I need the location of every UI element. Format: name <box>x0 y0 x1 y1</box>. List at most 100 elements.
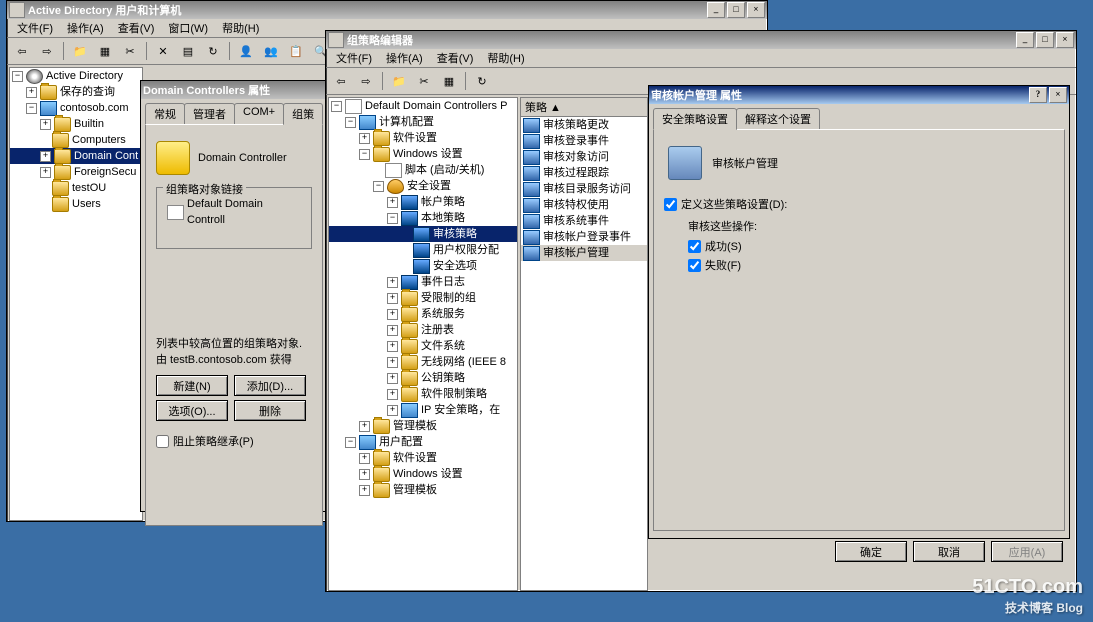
expand-icon[interactable]: − <box>373 181 384 192</box>
expand-icon[interactable]: + <box>387 309 398 320</box>
expand-icon[interactable]: + <box>359 421 370 432</box>
apply-button[interactable]: 应用(A) <box>991 541 1063 562</box>
tab[interactable]: 安全策略设置 <box>653 108 737 130</box>
tree-item[interactable]: +管理模板 <box>329 418 517 434</box>
tree-item[interactable]: −Default Domain Controllers P <box>329 98 517 114</box>
tree-item[interactable]: +IP 安全策略，在 <box>329 402 517 418</box>
new-button[interactable]: 新建(N) <box>156 375 228 396</box>
close-button[interactable]: × <box>1049 87 1067 103</box>
define-settings-checkbox[interactable]: 定义这些策略设置(D): <box>664 196 1054 212</box>
forward-icon[interactable]: ⇨ <box>354 70 378 92</box>
titlebar-gpedit[interactable]: 组策略编辑器 _ □ × <box>326 31 1076 49</box>
close-button[interactable]: × <box>747 2 765 18</box>
expand-icon[interactable]: − <box>345 437 356 448</box>
expand-icon[interactable] <box>40 136 49 145</box>
expand-icon[interactable]: + <box>387 277 398 288</box>
policy-list-item[interactable]: 审核帐户管理 <box>521 245 647 261</box>
policy-list-item[interactable]: 审核过程跟踪 <box>521 165 647 181</box>
copy-icon[interactable]: ▦ <box>437 70 461 92</box>
menu-item[interactable]: 帮助(H) <box>216 19 265 37</box>
tree-item[interactable]: +无线网络 (IEEE 8 <box>329 354 517 370</box>
tool-icon-3[interactable]: 📋 <box>284 40 308 62</box>
tree-item[interactable]: +ForeignSecu <box>10 164 142 180</box>
tree-item[interactable]: 审核策略 <box>329 226 517 242</box>
policy-list-item[interactable]: 审核帐户登录事件 <box>521 229 647 245</box>
expand-icon[interactable]: − <box>12 71 23 82</box>
tree-aduc[interactable]: −Active Directory+保存的查询−contosob.com+Bui… <box>9 67 143 521</box>
tab[interactable]: 组策 <box>283 103 323 125</box>
tree-item[interactable]: Computers <box>10 132 142 148</box>
policy-list-item[interactable]: 审核特权使用 <box>521 197 647 213</box>
tree-item[interactable]: 用户权限分配 <box>329 242 517 258</box>
tree-item[interactable]: +系统服务 <box>329 306 517 322</box>
tree-item[interactable]: −用户配置 <box>329 434 517 450</box>
tree-item[interactable]: +帐户策略 <box>329 194 517 210</box>
tree-item[interactable]: −contosob.com <box>10 100 142 116</box>
tree-item[interactable]: 脚本 (启动/关机) <box>329 162 517 178</box>
tree-gpedit[interactable]: −Default Domain Controllers P−计算机配置 +软件设置… <box>328 97 518 591</box>
add-button[interactable]: 添加(D)... <box>234 375 306 396</box>
list-header[interactable]: 策略 ▲ <box>521 98 647 117</box>
options-button[interactable]: 选项(O)... <box>156 400 228 421</box>
expand-icon[interactable] <box>373 166 382 175</box>
gpo-link-item[interactable]: Default Domain Controll <box>165 196 303 228</box>
expand-icon[interactable]: + <box>40 119 51 130</box>
tree-item[interactable]: +受限制的组 <box>329 290 517 306</box>
tree-item[interactable]: −本地策略 <box>329 210 517 226</box>
cancel-button[interactable]: 取消 <box>913 541 985 562</box>
policy-list-item[interactable]: 审核对象访问 <box>521 149 647 165</box>
tree-item[interactable]: +Builtin <box>10 116 142 132</box>
tree-item[interactable]: −安全设置 <box>329 178 517 194</box>
expand-icon[interactable]: − <box>387 213 398 224</box>
tab[interactable]: 解释这个设置 <box>736 108 820 129</box>
expand-icon[interactable]: + <box>40 151 51 162</box>
tree-item[interactable]: −Active Directory <box>10 68 142 84</box>
tab[interactable]: COM+ <box>234 103 284 124</box>
minimize-button[interactable]: _ <box>1016 32 1034 48</box>
expand-icon[interactable] <box>401 262 410 271</box>
expand-icon[interactable]: + <box>387 197 398 208</box>
tree-item[interactable]: Users <box>10 196 142 212</box>
tree-item[interactable]: testOU <box>10 180 142 196</box>
policy-list-item[interactable]: 审核策略更改 <box>521 117 647 133</box>
expand-icon[interactable]: − <box>26 103 37 114</box>
expand-icon[interactable]: + <box>387 341 398 352</box>
menu-item[interactable]: 文件(F) <box>11 19 59 37</box>
tree-item[interactable]: −计算机配置 <box>329 114 517 130</box>
expand-icon[interactable]: + <box>40 167 51 178</box>
maximize-button[interactable]: □ <box>1036 32 1054 48</box>
menu-item[interactable]: 操作(A) <box>61 19 110 37</box>
menu-item[interactable]: 查看(V) <box>112 19 161 37</box>
ok-button[interactable]: 确定 <box>835 541 907 562</box>
menu-item[interactable]: 查看(V) <box>431 49 480 67</box>
expand-icon[interactable]: + <box>387 389 398 400</box>
up-icon[interactable]: 📁 <box>68 40 92 62</box>
tree-item[interactable]: +软件限制策略 <box>329 386 517 402</box>
expand-icon[interactable]: − <box>359 149 370 160</box>
titlebar-dc-props[interactable]: Domain Controllers 属性 <box>141 81 327 99</box>
delete-button[interactable]: 删除 <box>234 400 306 421</box>
tool-icon-2[interactable]: 👥 <box>259 40 283 62</box>
tree-item[interactable]: +软件设置 <box>329 450 517 466</box>
tool-icon[interactable]: 👤 <box>234 40 258 62</box>
cut-icon[interactable]: ✂ <box>118 40 142 62</box>
expand-icon[interactable]: + <box>387 405 398 416</box>
minimize-button[interactable]: _ <box>707 2 725 18</box>
expand-icon[interactable]: + <box>387 325 398 336</box>
tab[interactable]: 管理者 <box>184 103 235 124</box>
expand-icon[interactable]: − <box>331 101 342 112</box>
titlebar-aduc[interactable]: Active Directory 用户和计算机 _ □ × <box>7 1 767 19</box>
titlebar-audit-props[interactable]: 审核帐户管理 属性 ? × <box>649 86 1069 104</box>
tree-item[interactable]: +文件系统 <box>329 338 517 354</box>
policy-list-item[interactable]: 审核系统事件 <box>521 213 647 229</box>
cut-icon[interactable]: ✂ <box>412 70 436 92</box>
expand-icon[interactable]: + <box>387 357 398 368</box>
policy-list-item[interactable]: 审核目录服务访问 <box>521 181 647 197</box>
refresh-icon[interactable]: ↻ <box>201 40 225 62</box>
expand-icon[interactable]: + <box>26 87 37 98</box>
close-button[interactable]: × <box>1056 32 1074 48</box>
menu-item[interactable]: 窗口(W) <box>162 19 214 37</box>
expand-icon[interactable]: − <box>345 117 356 128</box>
expand-icon[interactable]: + <box>387 373 398 384</box>
expand-icon[interactable] <box>40 184 49 193</box>
